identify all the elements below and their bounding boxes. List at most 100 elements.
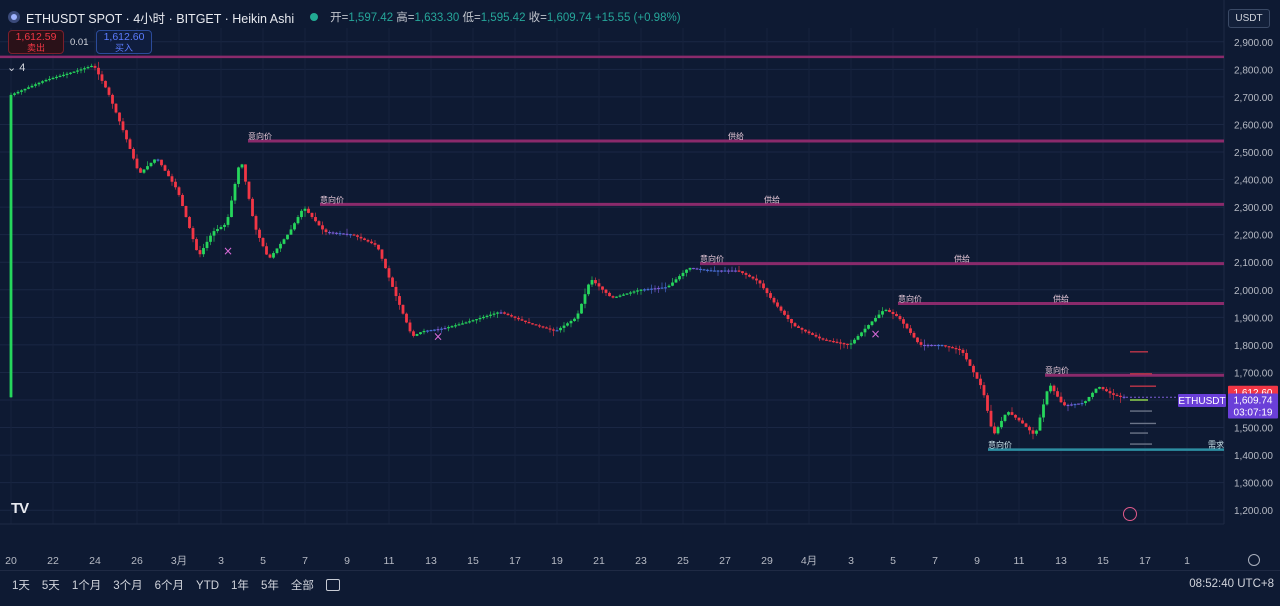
range-button[interactable]: 5年 (261, 580, 279, 592)
range-button[interactable]: 1年 (231, 580, 249, 592)
x-tick-label: 5 (890, 555, 896, 567)
candle-body (678, 276, 681, 280)
candle-body (909, 328, 912, 333)
candle-body (741, 271, 744, 274)
candle-body (1073, 403, 1077, 406)
y-tick-label: 2,500.00 (1234, 148, 1273, 159)
candle-body (359, 236, 363, 239)
candle-body (1038, 417, 1042, 431)
candle-body (342, 233, 345, 235)
currency-select[interactable]: USDT (1228, 9, 1270, 28)
candle-body (219, 226, 223, 230)
candle-body (492, 313, 496, 315)
ohlc-open: 1,597.42 (348, 12, 394, 24)
y-tick-label: 2,300.00 (1234, 203, 1273, 214)
y-tick-label: 2,200.00 (1234, 231, 1273, 242)
range-button[interactable]: 全部 (291, 580, 314, 592)
x-tick-label: 1 (1184, 555, 1190, 567)
range-button[interactable]: 1个月 (72, 580, 101, 592)
candle-body (55, 76, 58, 79)
candle-body (79, 69, 83, 71)
sell-button[interactable]: 1,612.59 卖出 (8, 30, 64, 54)
indicators-toggle[interactable]: ⌄ 4 (7, 61, 25, 74)
candle-body (1066, 404, 1070, 407)
gear-icon[interactable] (1248, 554, 1260, 566)
candle-body (653, 288, 657, 290)
candle-body (328, 232, 331, 234)
range-button[interactable]: 5天 (42, 580, 60, 592)
candle-body (104, 80, 107, 88)
candle-body (181, 194, 184, 207)
candle-body (944, 345, 947, 347)
range-button[interactable]: 6个月 (155, 580, 184, 592)
candle-body (461, 323, 464, 325)
candle-body (615, 296, 618, 298)
y-tick-label: 1,200.00 (1234, 506, 1273, 517)
candle-body (156, 159, 160, 161)
y-tick-label: 2,100.00 (1234, 258, 1273, 269)
candle-body (835, 341, 839, 343)
candle-body (223, 224, 226, 227)
candle-body (1059, 396, 1063, 403)
candle-body (352, 234, 356, 236)
candle-body (454, 325, 457, 327)
candle-body (254, 216, 258, 230)
candle-body (384, 258, 387, 269)
candle-body (818, 336, 821, 339)
flash-icon[interactable] (1123, 507, 1137, 521)
range-button[interactable]: 1天 (12, 580, 30, 592)
zone-label: 供给 (1053, 294, 1069, 304)
candle-body (594, 280, 597, 284)
buy-button[interactable]: 1,612.60 买入 (96, 30, 152, 54)
candle-body (447, 327, 450, 329)
candle-body (1063, 402, 1066, 406)
x-tick-label: 15 (467, 555, 479, 567)
candle-body (174, 181, 177, 188)
x-tick-label: 3 (218, 555, 224, 567)
bottom-toolbar: 1天 5天 1个月 3个月 6个月 YTD 1年 5年 全部 08:52:40 UTC+8 (0, 572, 1280, 598)
candle-body (674, 279, 678, 283)
candle-body (272, 253, 275, 258)
calendar-icon[interactable] (325, 579, 340, 591)
candle-body (639, 289, 643, 291)
candle-body (1087, 396, 1091, 402)
candle-body (310, 212, 314, 218)
y-tick-label: 1,400.00 (1234, 451, 1273, 462)
candle-body (405, 313, 408, 323)
candle-body (1056, 391, 1059, 397)
x-tick-label: 19 (551, 555, 563, 567)
candle-body (807, 331, 811, 334)
candle-body (867, 325, 870, 329)
price-chart[interactable]: 2,900.00 2,800.00 2,700.00 2,600.00 2,500.00… (0, 0, 1280, 570)
candle-body (692, 267, 695, 270)
symbol-title[interactable]: ETHUSDT SPOT · 4小时 · BITGET · Heikin Ash… (26, 8, 294, 27)
candle-body (706, 269, 709, 271)
candle-body (646, 288, 650, 291)
divider (0, 570, 1280, 571)
candle-body (146, 166, 149, 170)
candle-body (422, 330, 426, 333)
x-tick-label: 20 (5, 555, 17, 567)
candle-body (251, 198, 254, 217)
candle-body (1115, 394, 1119, 397)
candle-body (846, 343, 849, 345)
candle-body (9, 94, 13, 398)
candle-body (993, 426, 996, 434)
candle-body (380, 249, 384, 259)
candle-body (548, 328, 552, 330)
candle-body (496, 312, 499, 314)
candle-body (401, 304, 405, 314)
range-button[interactable]: 3个月 (113, 580, 142, 592)
candle-body (62, 74, 65, 76)
candle-body (769, 293, 772, 298)
candle-body (874, 318, 877, 322)
candle-body (632, 291, 636, 293)
range-button[interactable]: YTD (196, 580, 219, 592)
candle-body (268, 254, 272, 258)
candle-body (681, 272, 685, 277)
candle-body (23, 88, 27, 91)
candle-body (408, 322, 412, 332)
candle-body (468, 321, 471, 323)
candle-body (338, 233, 342, 235)
candle-body (636, 290, 639, 292)
